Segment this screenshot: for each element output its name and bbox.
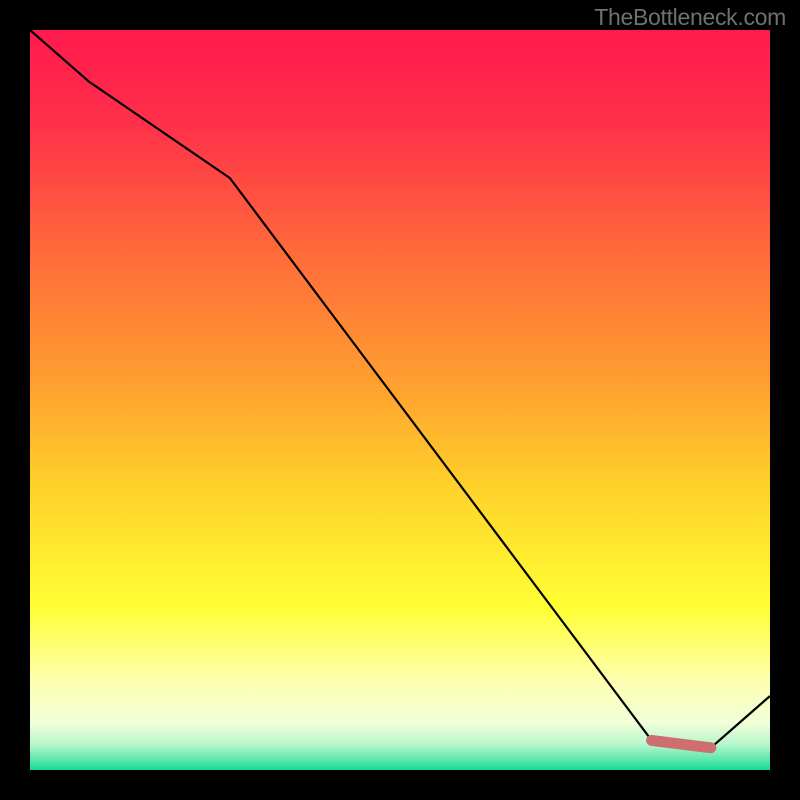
gradient-background <box>30 30 770 770</box>
highlight-segment <box>652 740 711 747</box>
chart-frame: TheBottleneck.com <box>0 0 800 800</box>
chart-svg <box>30 30 770 770</box>
chart-plot-area <box>30 30 770 770</box>
watermark-text: TheBottleneck.com <box>594 4 786 31</box>
